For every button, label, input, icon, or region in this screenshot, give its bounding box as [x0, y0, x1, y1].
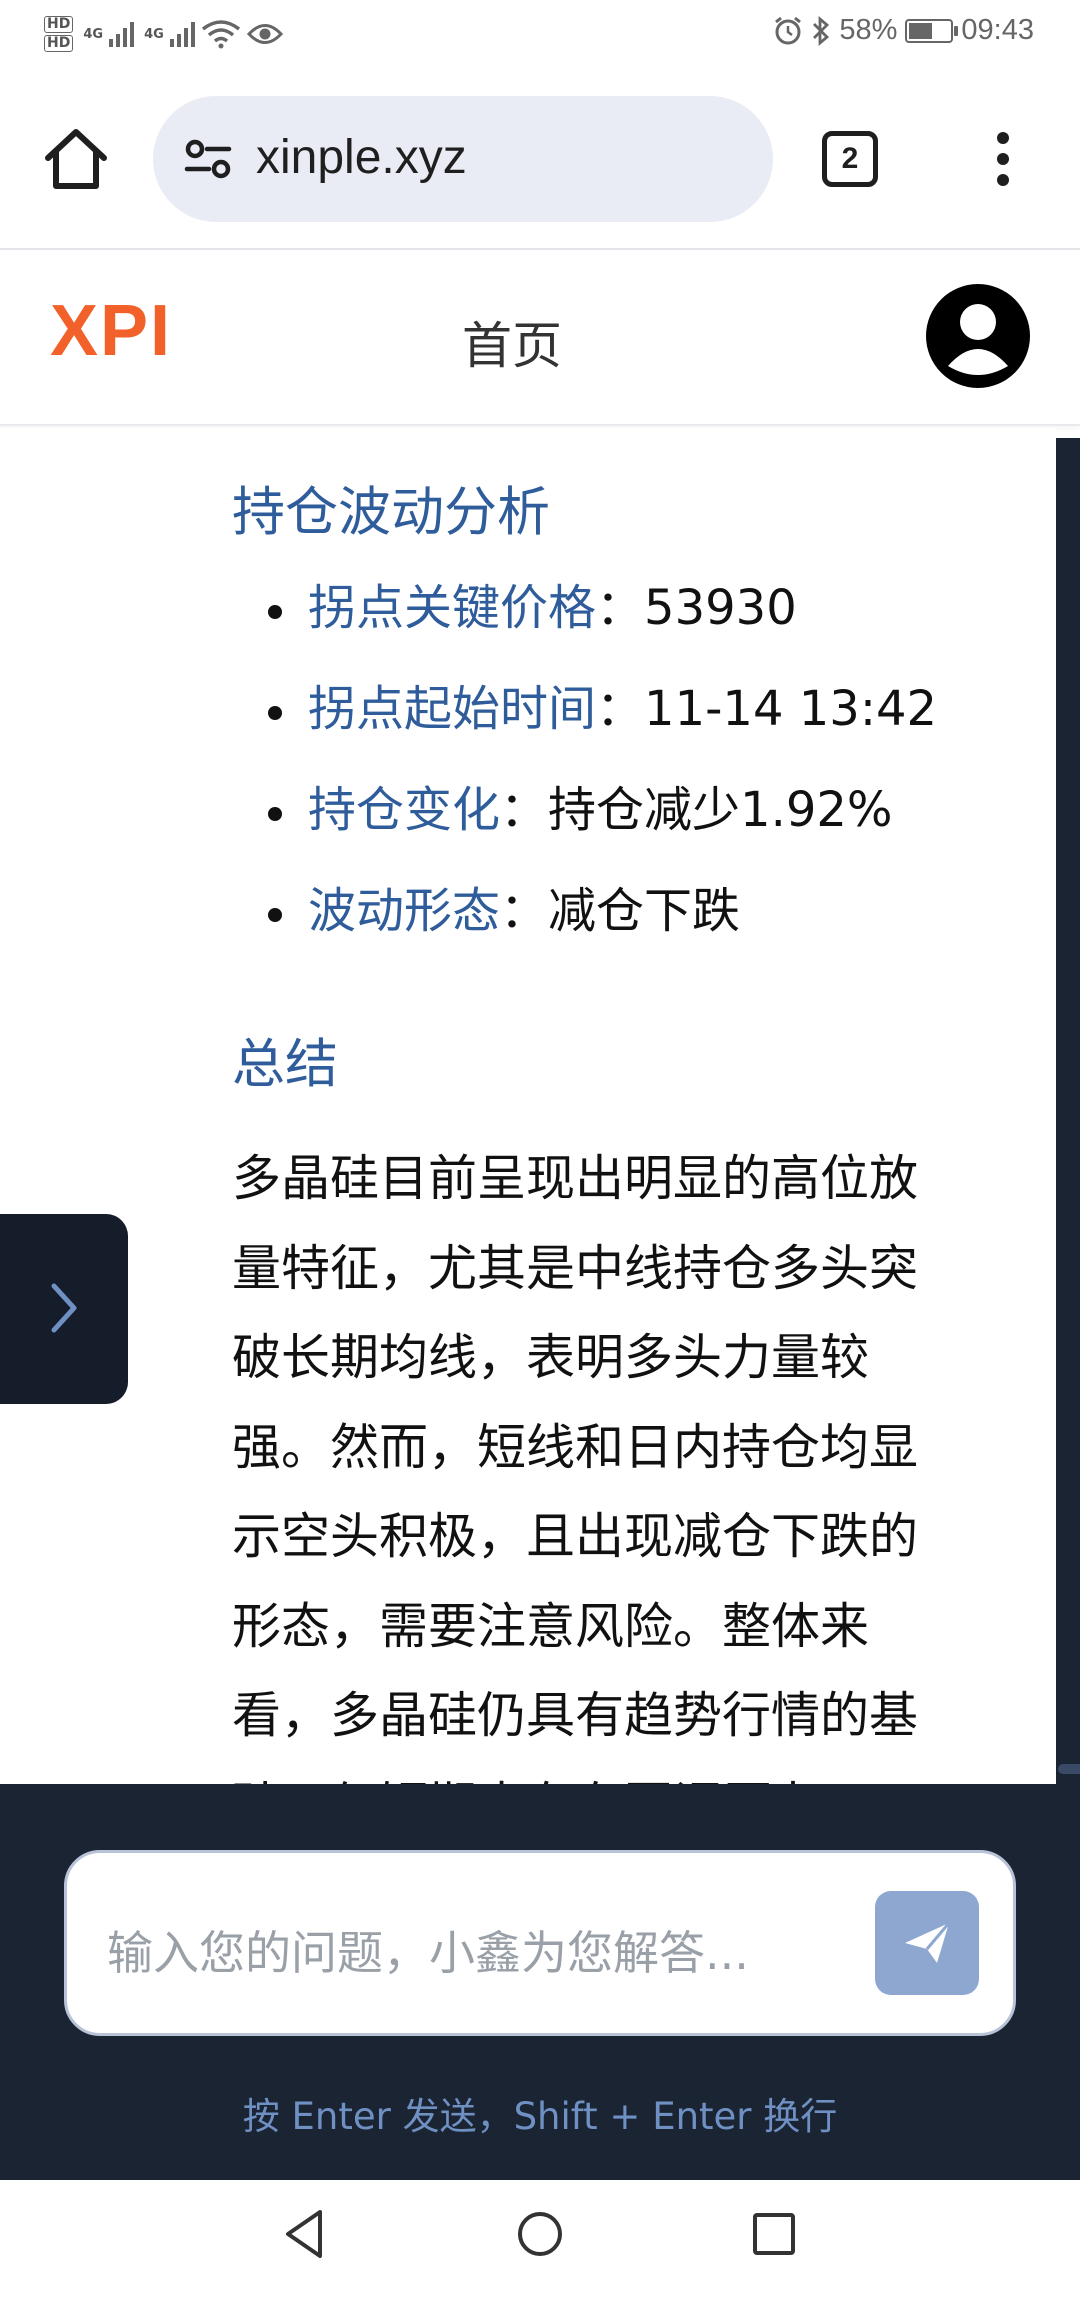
browser-toolbar: xinple.xyz 2 — [0, 66, 1080, 250]
hd-icon: HD HD — [44, 16, 74, 52]
item-separator: ： — [596, 681, 645, 737]
item-key: 持仓变化 — [308, 782, 501, 838]
recents-icon[interactable] — [750, 2208, 798, 2260]
wifi-icon — [201, 20, 240, 49]
item-separator: ： — [500, 782, 549, 838]
chat-content: 持仓波动分析 拐点关键价格：53930 拐点起始时间：11-14 13:42 持… — [0, 428, 1056, 1784]
chat-input-panel: 输入您的问题，小鑫为您解答... 按 Enter 发送，Shift + Ente… — [0, 1784, 1080, 2180]
battery-icon — [905, 18, 959, 43]
item-key: 拐点关键价格 — [308, 580, 597, 636]
network-label: 4G — [144, 26, 164, 42]
section-title: 持仓波动分析 — [232, 482, 550, 543]
list-item: 拐点起始时间：11-14 13:42 — [232, 679, 1032, 780]
bluetooth-icon — [813, 15, 830, 46]
status-right: 58% 09:43 — [773, 14, 1034, 47]
chevron-right-icon — [51, 1283, 77, 1333]
list-item: 拐点关键价格：53930 — [232, 578, 1032, 679]
home-circle-icon[interactable] — [516, 2208, 564, 2260]
tab-switcher-button[interactable]: 2 — [822, 131, 878, 187]
battery-fill — [909, 22, 933, 39]
chat-input-box[interactable]: 输入您的问题，小鑫为您解答... — [64, 1850, 1016, 2036]
sidebar-toggle-button[interactable] — [0, 1214, 128, 1404]
site-logo[interactable]: XPI — [50, 290, 172, 372]
list-item: 持仓变化：持仓减少1.92% — [232, 780, 1032, 881]
summary-title: 总结 — [232, 1034, 338, 1095]
send-icon — [905, 1922, 951, 1963]
item-value: 持仓减少1.92% — [548, 782, 893, 838]
item-value: 11-14 13:42 — [644, 681, 938, 737]
eye-icon — [246, 24, 283, 44]
send-button[interactable] — [875, 1891, 979, 1995]
more-menu-icon[interactable] — [985, 132, 1021, 188]
analysis-list: 拐点关键价格：53930 拐点起始时间：11-14 13:42 持仓变化：持仓减… — [232, 578, 1032, 982]
network-label: 4G — [83, 26, 104, 42]
chat-input-placeholder[interactable]: 输入您的问题，小鑫为您解答... — [107, 1917, 749, 1983]
user-avatar-icon[interactable] — [926, 284, 1030, 388]
site-settings-icon[interactable] — [181, 132, 235, 186]
signal-icon — [169, 21, 195, 47]
list-item: 波动形态：减仓下跌 — [232, 881, 1032, 982]
alarm-icon — [775, 16, 802, 44]
site-header: XPI 首页 — [0, 250, 1080, 426]
status-time: 09:43 — [961, 14, 1034, 46]
home-icon[interactable] — [40, 124, 112, 196]
back-icon[interactable] — [282, 2208, 326, 2260]
scroll-rail[interactable] — [1056, 438, 1080, 1784]
address-bar[interactable]: xinple.xyz — [153, 96, 773, 222]
item-value: 减仓下跌 — [548, 883, 741, 939]
url-text[interactable]: xinple.xyz — [256, 130, 467, 185]
signal-icon — [109, 21, 135, 47]
item-key: 波动形态 — [308, 883, 501, 939]
item-separator: ： — [596, 580, 645, 636]
nav-home-link[interactable]: 首页 — [462, 306, 562, 378]
summary-text: 多晶硅目前呈现出明显的高位放量特征，尤其是中线持仓多头突破长期均线，表明多头力量… — [232, 1150, 919, 1784]
input-hint: 按 Enter 发送，Shift + Enter 换行 — [242, 2095, 838, 2138]
system-nav-bar — [0, 2180, 1080, 2298]
item-value: 53930 — [644, 580, 797, 636]
scroll-thumb[interactable] — [1058, 1764, 1080, 1774]
item-key: 拐点起始时间 — [308, 681, 597, 737]
item-separator: ： — [500, 883, 549, 939]
status-bar: HD HD 4G 4G 58% 09:43 — [0, 0, 1080, 66]
battery-percent: 58% — [839, 14, 898, 46]
status-left: HD HD 4G 4G — [44, 10, 283, 58]
